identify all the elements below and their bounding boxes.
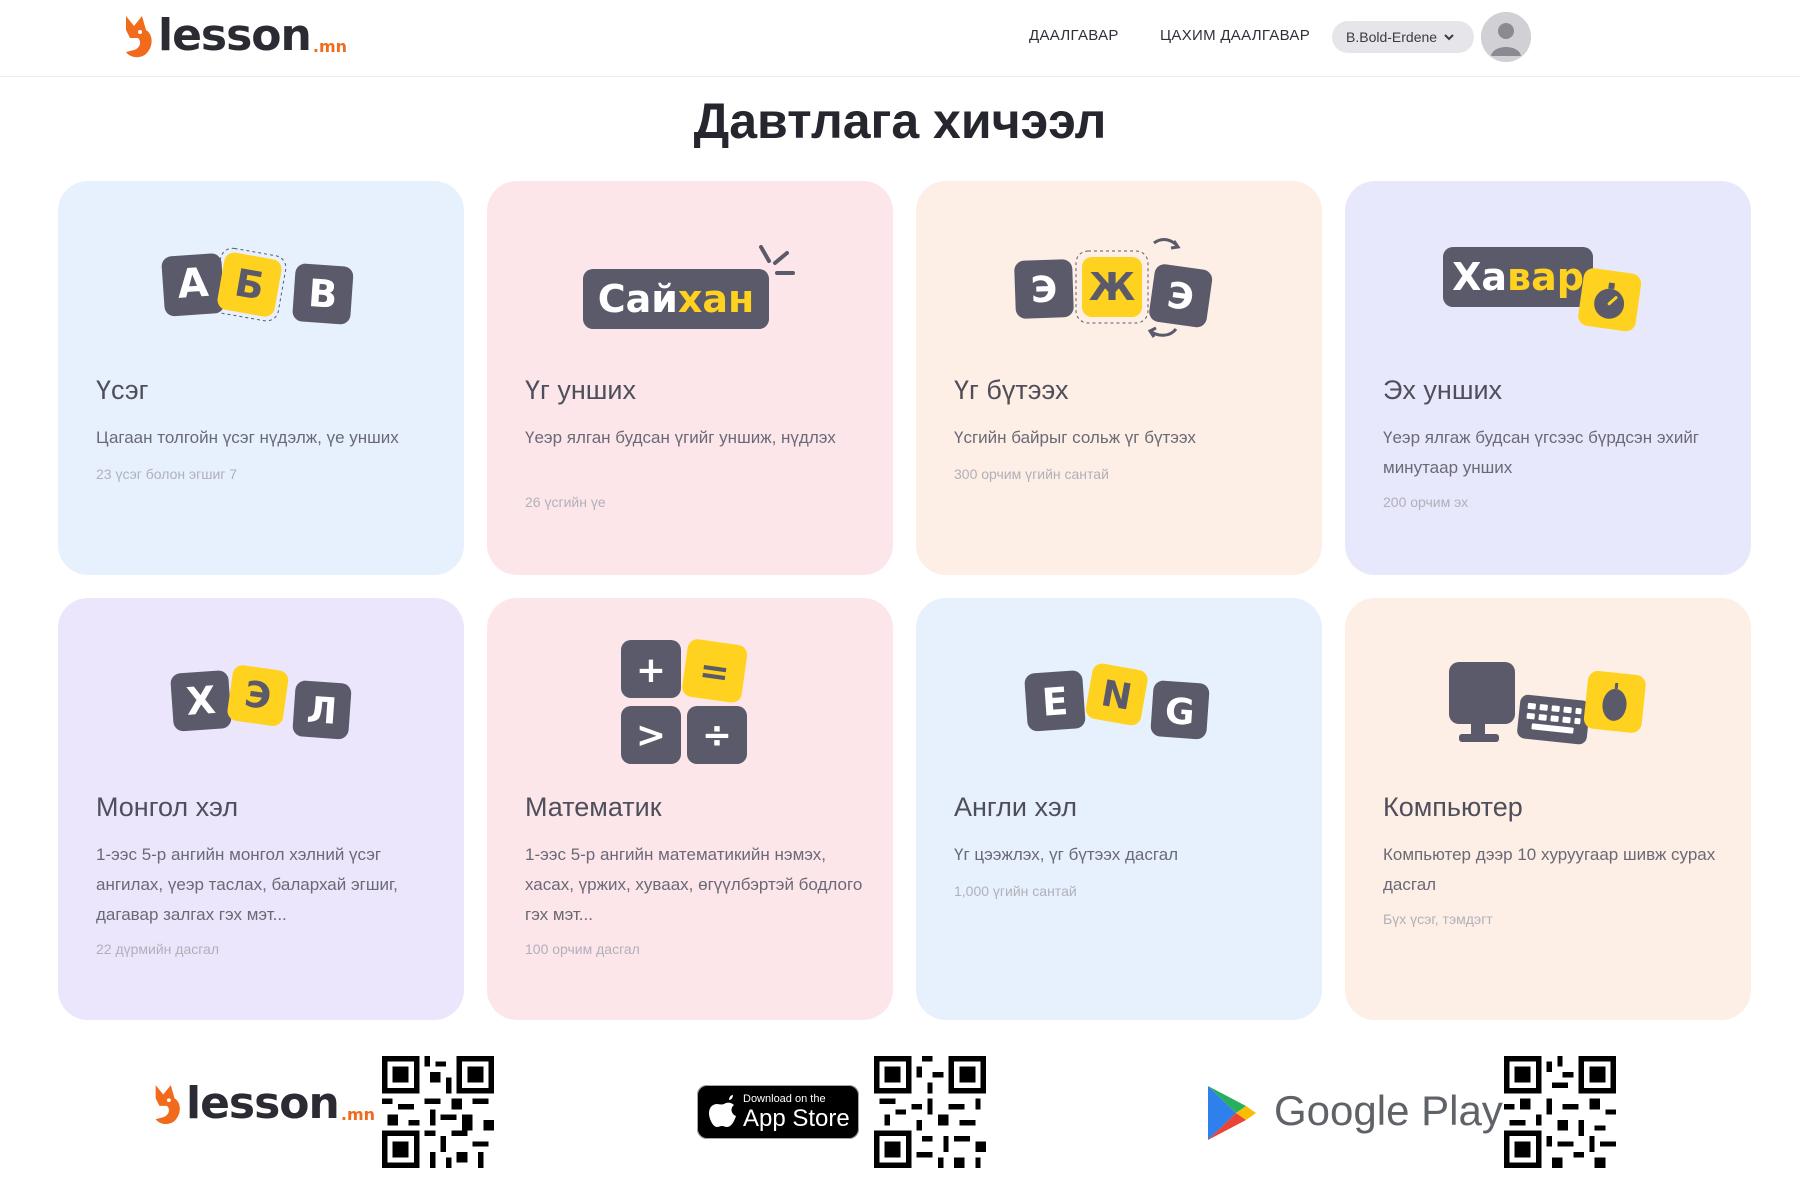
letters-eng-icon: E N G — [1024, 663, 1210, 740]
letters-abv-icon: А Б В — [161, 247, 354, 325]
top-header: lesson .mn ДААЛГАВАР ЦАХИМ ДААЛГАВАР B.B… — [0, 0, 1800, 77]
course-card-letters[interactable]: А Б В Үсэг Цагаан толгойн үсэг нүдэлж, ү… — [58, 181, 464, 575]
card-description: 1-ээс 5-р ангийн монгол хэлний үсэг анги… — [96, 845, 398, 924]
card-title: Англи хэл — [954, 792, 1077, 822]
card-meta: 23 үсэг болон эгшиг 7 — [96, 466, 238, 482]
svg-text:+: + — [636, 650, 666, 691]
card-description: Үг цээжлэх, үг бүтээх дасгал — [954, 845, 1179, 864]
google-play-label[interactable]: Google Play — [1274, 1087, 1503, 1135]
text-timer-icon: Хавар — [1443, 247, 1642, 332]
card-title: Үсэг — [96, 375, 149, 405]
points-badge[interactable]: ★ 5МЯНГА — [1522, 22, 1650, 52]
svg-text:=: = — [697, 650, 733, 695]
card-title: Үг унших — [525, 375, 637, 405]
course-card-text-reading[interactable]: Хавар Эх унших Үеэр ялгаж будсан үгсээс … — [1345, 181, 1751, 575]
card-description: Компьютер дээр 10 хуруугаар шивж сурах д… — [1383, 845, 1716, 894]
user-name: B.Bold-Erdene — [1346, 29, 1438, 45]
course-card-computer[interactable]: Компьютер Компьютер дээр 10 хуруугаар ши… — [1345, 598, 1751, 1020]
qr-code-web — [382, 1056, 494, 1168]
card-title: Математик — [525, 792, 662, 822]
avatar[interactable] — [1481, 12, 1531, 62]
letters-khel-icon: Х Э Л — [170, 665, 352, 740]
course-card-english[interactable]: E N G Англи хэл Үг цээжлэх, үг бүтээх да… — [916, 598, 1322, 1020]
svg-text:В: В — [307, 271, 339, 317]
card-meta: 100 орчим дасгал — [525, 941, 640, 957]
card-meta: 22 дүрмийн дасгал — [96, 941, 220, 957]
svg-text:Х: Х — [185, 678, 217, 724]
fox-logo-icon — [155, 1085, 180, 1125]
card-meta: 300 орчим үгийн сантай — [954, 466, 1109, 482]
card-meta: 200 орчим эх — [1383, 494, 1469, 510]
qr-code-google-play — [1504, 1056, 1616, 1168]
card-description: Үеэр ялган будсан үгийг уншиж, нүдлэх — [525, 428, 836, 447]
nav-assignments[interactable]: ДААЛГАВАР — [1029, 27, 1119, 44]
app-store-button[interactable]: Download on the App Store — [697, 1085, 859, 1139]
math-operators-icon: + = > ÷ — [621, 639, 748, 764]
logo-tld: .mn — [340, 1105, 375, 1124]
google-play-icon — [1208, 1086, 1256, 1140]
course-card-math[interactable]: + = > ÷ Математик 1-ээс 5-р ангийн матем… — [487, 598, 893, 1020]
svg-text:÷: ÷ — [702, 715, 732, 756]
svg-text:Ж: Ж — [1089, 265, 1136, 309]
svg-text:E: E — [1041, 679, 1070, 725]
card-description: Үеэр ялгаж будсан үгсээс бүрдсэн эхийг м… — [1383, 428, 1700, 477]
card-title: Монгол хэл — [96, 792, 239, 822]
course-card-word-building[interactable]: Э Ж Э Үг бүтээх Үсгийн байрыг сольж үг б… — [916, 181, 1322, 575]
card-title: Үг бүтээх — [954, 375, 1069, 405]
nav-online-assignments[interactable]: ЦАХИМ ДААЛГАВАР — [1160, 27, 1310, 44]
svg-text:G: G — [1164, 691, 1196, 734]
user-avatar-icon — [1481, 12, 1531, 62]
logo-text: lesson — [186, 1078, 340, 1129]
card-title: Эх унших — [1383, 375, 1503, 405]
card-description: 1-ээс 5-р ангийн математикийн нэмэх, хас… — [525, 845, 863, 924]
fox-logo-icon — [126, 16, 152, 58]
svg-text:Хавар: Хавар — [1452, 255, 1584, 299]
computer-keyboard-icon — [1449, 662, 1646, 745]
app-store-small-text: Download on the — [743, 1093, 826, 1105]
svg-text:А: А — [176, 260, 210, 308]
logo-tld: .mn — [312, 37, 347, 56]
svg-text:>: > — [636, 715, 666, 756]
course-card-mongolian[interactable]: Х Э Л Монгол хэл 1-ээс 5-р ангийн монгол… — [58, 598, 464, 1020]
user-dropdown[interactable]: B.Bold-Erdene — [1332, 21, 1474, 53]
card-description: Цагаан толгойн үсэг нүдэлж, үе унших — [96, 428, 399, 447]
svg-text:Сайхан: Сайхан — [598, 277, 755, 321]
course-card-word-reading[interactable]: Сайхан Үг унших Үеэр ялган будсан үгийг … — [487, 181, 893, 575]
app-store-big-text: App Store — [743, 1105, 850, 1132]
card-meta: 26 үсгийн үе — [525, 494, 606, 510]
svg-text:Э: Э — [1165, 275, 1197, 319]
logo-text: lesson — [158, 10, 312, 61]
card-title: Компьютер — [1383, 792, 1523, 822]
footer-logo[interactable]: lesson .mn — [150, 1080, 375, 1128]
apple-icon — [709, 1095, 736, 1127]
qr-code-app-store — [874, 1056, 986, 1168]
card-meta: 1,000 үгийн сантай — [954, 883, 1077, 899]
card-description: Үсгийн байрыг сольж үг бүтээх — [954, 428, 1196, 447]
word-saikhan-icon: Сайхан — [583, 245, 795, 329]
svg-text:Л: Л — [306, 690, 339, 733]
header-logo[interactable]: lesson .mn — [120, 12, 347, 60]
star-icon: ★ — [1553, 29, 1568, 46]
svg-text:Э: Э — [1030, 270, 1058, 312]
card-meta: Бүх үсэг, тэмдэгт — [1383, 911, 1493, 927]
page-title: Давтлага хичээл — [693, 93, 1107, 149]
points-label: 5МЯНГА — [1571, 28, 1633, 46]
letters-swap-icon: Э Ж Э — [1014, 238, 1213, 338]
chevron-down-icon — [1444, 34, 1454, 41]
svg-text:Э: Э — [242, 674, 274, 718]
